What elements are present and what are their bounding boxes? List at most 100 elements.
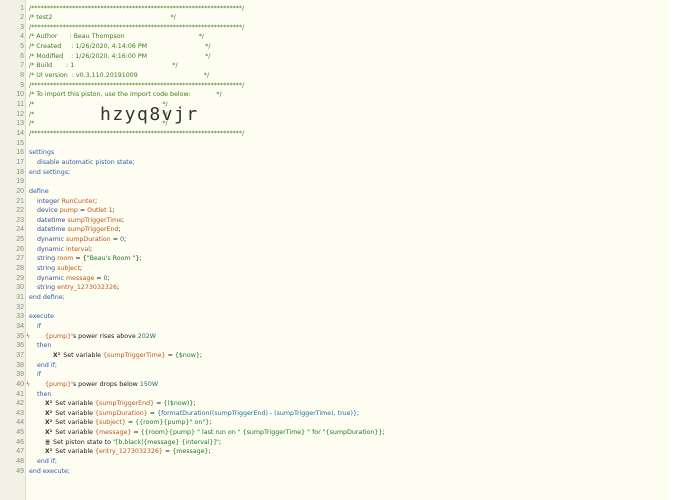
code-line[interactable]: /***************************************… <box>29 23 244 33</box>
code-line[interactable]: define <box>29 187 49 197</box>
code-line[interactable]: dynamic interval; <box>29 245 92 255</box>
code-line[interactable]: string subject; <box>29 264 82 274</box>
code-line[interactable]: string room = {"Beau's Room "}; <box>29 254 142 264</box>
code-token: datetime <box>29 216 68 224</box>
code-token: "[b,black|{message} {interval}]" <box>113 438 219 446</box>
code-token: ; <box>382 429 385 437</box>
line-number: 5 <box>20 43 24 51</box>
code-line[interactable]: {pump}'s power rises above 202W <box>29 332 156 342</box>
code-token: pump <box>59 207 78 215</box>
code-line[interactable]: /* UI version : v0.3.110.20191009 */ <box>29 71 209 81</box>
code-token: {{room}{pump}" on"} <box>135 419 210 427</box>
code-token: {formatDuration((sumpTriggerEnd) - (sump… <box>157 409 358 417</box>
code-token: 150W <box>139 380 159 388</box>
line-number: 30 <box>16 284 24 292</box>
code-line[interactable]: X² Set variable {sumpTriggerTime} = {$now… <box>29 351 202 361</box>
code-token: ; <box>193 400 196 408</box>
code-line[interactable]: string entry_1273032326; <box>29 283 119 293</box>
code-token: = { <box>73 255 87 263</box>
code-line[interactable]: datetime sumpTriggerTime; <box>29 216 124 226</box>
code-line[interactable]: settings <box>29 148 54 158</box>
line-number: 29 <box>16 274 24 282</box>
code-line[interactable]: end if; <box>29 361 57 371</box>
code-line[interactable]: /***************************************… <box>29 4 244 14</box>
line-number: 22 <box>16 207 24 215</box>
code-line[interactable]: datetime sumpTriggerEnd; <box>29 225 121 235</box>
line-number: 10 <box>16 91 24 99</box>
code-line[interactable]: {pump}'s power drops below 150W <box>29 380 158 390</box>
code-text: /***************************************… <box>29 129 245 137</box>
code-token: RunCunter <box>61 197 95 205</box>
code-token: {message} <box>172 448 209 456</box>
code-line[interactable]: /* Created : 1/26/2020, 4:14:06 PM */ <box>29 42 210 52</box>
code-token: = <box>162 448 173 456</box>
code-text: /* To import this piston, use the import… <box>29 91 222 99</box>
code-line[interactable]: ≣ Set piston state to "[b,black|{message}… <box>29 438 221 448</box>
code-line[interactable]: if <box>29 370 41 380</box>
line-number: 14 <box>16 129 24 137</box>
code-text: /* UI version : v0.3.110.20191009 */ <box>29 72 210 80</box>
code-token: string <box>29 255 58 263</box>
code-token: datetime <box>29 226 68 234</box>
code-token: ; <box>357 409 360 417</box>
code-text: /* Created : 1/26/2020, 4:14:06 PM */ <box>29 43 211 51</box>
line-number: 1 <box>20 4 24 12</box>
code-text: execute <box>29 313 54 321</box>
code-text: end settings; <box>29 168 71 176</box>
line-number: 21 <box>16 197 24 205</box>
set-variable-icon: X² <box>45 400 53 408</box>
code-line[interactable]: X² Set variable {sumpTriggerEnd} = {($now… <box>29 399 195 409</box>
line-number: 8 <box>20 72 24 80</box>
code-token: {subject} <box>95 419 126 427</box>
import-code: hzyq8vjr <box>100 104 199 125</box>
code-line[interactable]: X² Set variable {sumpDuration} = {formatD… <box>29 409 359 419</box>
code-token: {sumpTriggerTime} <box>103 351 166 359</box>
code-token: interval <box>65 245 90 253</box>
code-line[interactable]: dynamic sumpDuration = 0; <box>29 235 126 245</box>
code-line[interactable]: disable automatic piston state; <box>29 158 135 168</box>
code-line[interactable]: /* To import this piston, use the import… <box>29 90 222 100</box>
code-line[interactable]: device pump = Outlet 1; <box>29 206 115 216</box>
code-line[interactable]: /* Modified : 1/26/2020, 4:16:00 PM */ <box>29 52 210 62</box>
code-token: ; <box>116 284 120 292</box>
code-line[interactable]: /* Build : 1 */ <box>29 61 178 71</box>
code-line[interactable]: end settings; <box>29 168 70 178</box>
code-token: dynamic <box>29 245 66 253</box>
line-number: 9 <box>20 81 24 89</box>
code-line[interactable]: X² Set variable {message} = {{room}{pump}… <box>29 428 385 438</box>
code-token: ; <box>94 197 98 205</box>
code-token: ; <box>89 245 93 253</box>
code-line[interactable]: X² Set variable {entry_1273032326} = {mes… <box>29 447 211 457</box>
code-line[interactable]: execute <box>29 312 54 322</box>
code-token: {$now} <box>174 351 200 359</box>
code-line[interactable]: end define; <box>29 293 65 303</box>
code-token: {pump} <box>29 380 72 388</box>
code-token: "Beau's Room " <box>86 255 136 263</box>
code-line[interactable]: end if; <box>29 457 57 467</box>
code-text: end execute; <box>29 467 70 475</box>
code-line[interactable]: end execute; <box>29 467 70 477</box>
line-number: 17 <box>16 158 24 166</box>
code-text: end define; <box>29 294 65 301</box>
code-line[interactable]: then <box>29 341 51 351</box>
code-line[interactable]: /* test2 */ <box>29 13 176 23</box>
code-token: room <box>57 255 74 263</box>
line-number: 45 <box>16 429 24 437</box>
code-token: Outlet 1 <box>87 207 113 215</box>
code-line[interactable]: then <box>29 390 51 400</box>
code-line[interactable]: if <box>29 322 41 332</box>
code-line[interactable]: /***************************************… <box>29 129 244 139</box>
line-number: 3 <box>20 23 24 31</box>
line-number: 4 <box>20 33 24 41</box>
right-margin <box>668 0 673 500</box>
code-line[interactable]: /* Author : Beau Thompson */ <box>29 32 204 42</box>
code-line[interactable]: integer RunCunter; <box>29 197 97 207</box>
code-line[interactable]: X² Set variable {subject} = {{room}{pump}… <box>29 418 211 428</box>
code-line[interactable]: /***************************************… <box>29 81 244 91</box>
code-editor[interactable]: 1 2 3 4 5 6 7 8 9 10 11 12 13 14 15 16 17 18 19 20 21 22 23 24 2… <box>0 0 669 500</box>
code-line[interactable]: dynamic message = 0; <box>29 274 110 284</box>
line-number: 23 <box>16 216 24 224</box>
line-number: 7 <box>20 62 24 70</box>
line-number: 26 <box>16 245 24 253</box>
line-number: 47 <box>16 448 24 456</box>
